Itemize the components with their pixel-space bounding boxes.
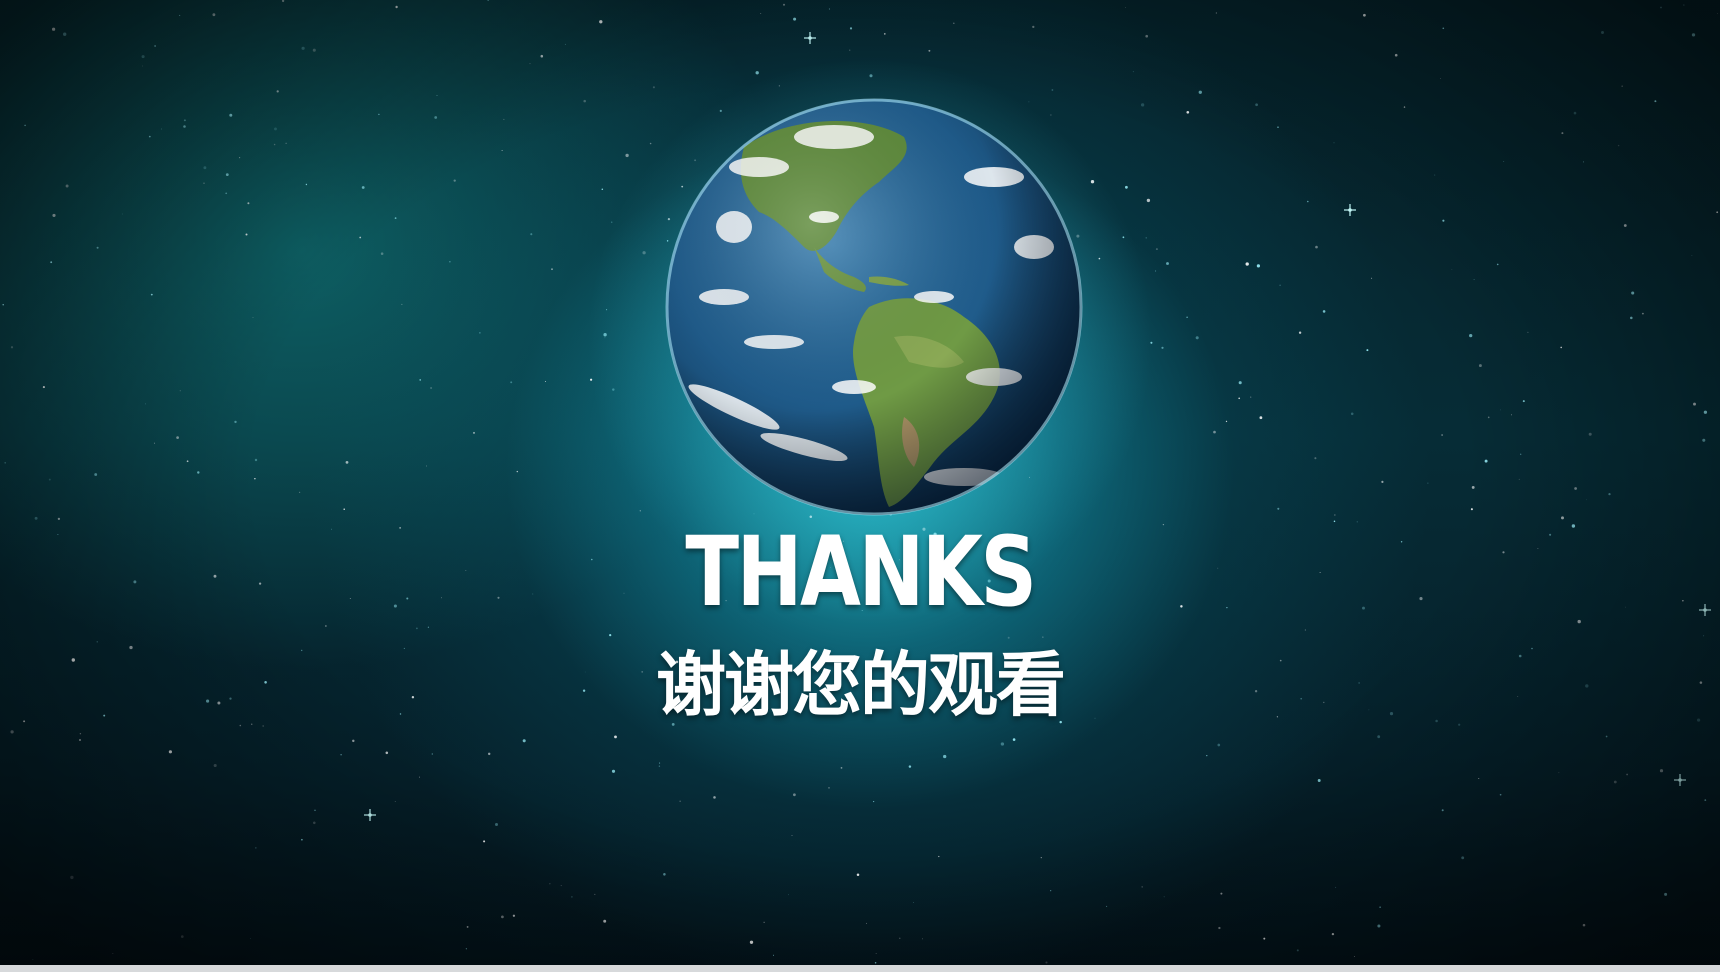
slide: THANKS 谢谢您的观看	[0, 0, 1720, 965]
earth-globe-icon	[665, 98, 1083, 516]
thanks-subtitle: 谢谢您的观看	[656, 644, 1066, 726]
thanks-title: THANKS	[685, 516, 1037, 628]
bottom-bar	[0, 965, 1720, 972]
